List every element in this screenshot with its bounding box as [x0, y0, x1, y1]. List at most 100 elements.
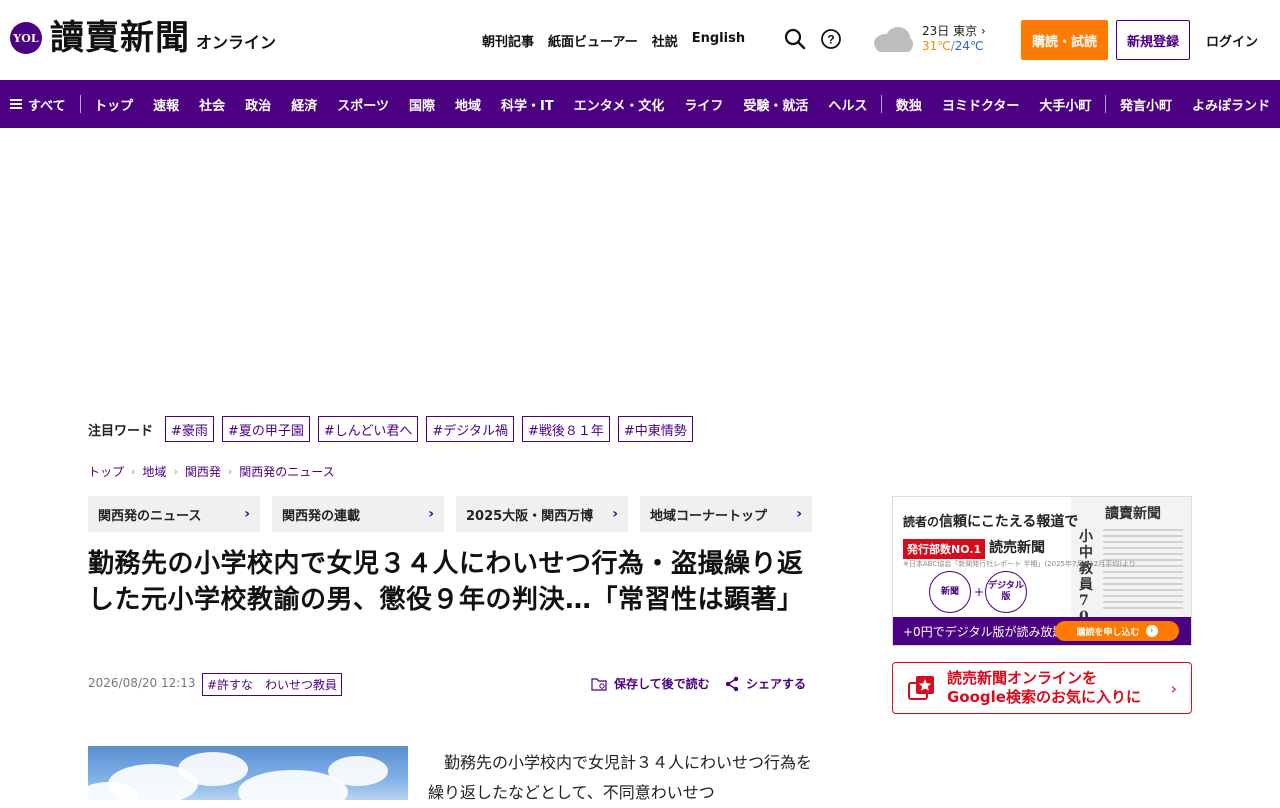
nav-international[interactable]: 国際: [399, 95, 445, 114]
chevron-right-icon: ›: [227, 465, 233, 478]
nav-hatsugen-komachi[interactable]: 発言小町: [1110, 95, 1182, 114]
nav-otekomachi[interactable]: 大手小町: [1029, 95, 1101, 114]
promo-headline: 読者の信頼にこたえる報道で: [903, 514, 1079, 530]
breadcrumb: トップ › 地域 › 関西発 › 関西発のニュース: [88, 463, 335, 480]
breadcrumb-local[interactable]: 地域: [142, 463, 166, 480]
top-link-editorial[interactable]: 社説: [652, 31, 678, 50]
top-links: 朝刊記事 紙面ビューアー 社説 English: [482, 31, 759, 50]
subnav-kansai-news[interactable]: 関西発のニュース ›: [88, 496, 260, 532]
subnav-local-top[interactable]: 地域コーナートップ ›: [640, 496, 812, 532]
top-link-paper-viewer[interactable]: 紙面ビューアー: [548, 31, 638, 50]
nav-breaking[interactable]: 速報: [143, 95, 189, 114]
apply-button[interactable]: 購読を申し込む ›: [1055, 621, 1179, 641]
subnav-label: 関西発の連載: [282, 508, 361, 524]
hot-words-label: 注目ワード: [88, 423, 154, 439]
chevron-right-icon: ›: [131, 465, 136, 478]
nav-politics[interactable]: 政治: [235, 95, 281, 114]
breadcrumb-kansai-news[interactable]: 関西発のニュース: [239, 463, 334, 480]
article-tag[interactable]: #許すな わいせつ教員: [202, 673, 343, 696]
subnav-label: 2025大阪・関西万博: [466, 508, 594, 524]
hot-word-tag[interactable]: #夏の甲子園: [221, 416, 310, 442]
top-link-english[interactable]: English: [692, 31, 745, 50]
all-menu-label: すべて: [28, 98, 66, 114]
chevron-right-icon: ›: [796, 506, 802, 522]
hot-word-tag[interactable]: #デジタル禍: [426, 416, 514, 442]
nav-divider: [881, 95, 882, 113]
nav-divider: [1105, 95, 1106, 113]
weather-widget[interactable]: 23日 東京 › 31℃/24℃: [872, 24, 986, 54]
subnav-kansai-series[interactable]: 関西発の連載 ›: [272, 496, 444, 532]
help-icon[interactable]: ?: [820, 28, 842, 50]
subscribe-button[interactable]: 購読・試読: [1021, 20, 1108, 60]
subscription-promo[interactable]: 讀賣新聞 小中教員700人増 読者の信頼にこたえる報道で 発行部数NO.1 読売…: [892, 496, 1192, 646]
circle-digital: デジタル版: [985, 571, 1027, 613]
article-body: 勤務先の小学校内で女児計３４人にわいせつ行為を繰り返したなどとして、不同意わいせ…: [428, 753, 813, 802]
nav-yomipo-land[interactable]: よみぽランド: [1182, 95, 1280, 114]
hot-word-tag[interactable]: #中東情勢: [617, 416, 693, 442]
nav-sudoku[interactable]: 数独: [886, 95, 932, 114]
nav-economy[interactable]: 経済: [281, 95, 327, 114]
apply-label: 購読を申し込む: [1076, 627, 1140, 638]
nav-life[interactable]: ライフ: [674, 95, 733, 114]
save-for-later-button[interactable]: 保存して後で読む: [591, 675, 710, 692]
nav-health[interactable]: ヘルス: [818, 95, 877, 114]
hot-word-tag[interactable]: #戦後８１年: [521, 416, 610, 442]
subnav-label: 地域コーナートップ: [650, 508, 768, 524]
register-button[interactable]: 新規登録: [1116, 20, 1190, 60]
chevron-right-icon: ›: [980, 24, 986, 38]
breadcrumb-top[interactable]: トップ: [88, 463, 124, 480]
share-label: シェアする: [746, 677, 807, 691]
yol-badge: YOL: [10, 22, 42, 54]
google-favorite-banner[interactable]: 読売新聞オンラインを Google検索のお気に入りに ›: [892, 662, 1192, 714]
hot-word-tag[interactable]: #豪雨: [165, 416, 214, 442]
article-date: 2026/08/20 12:13: [88, 676, 196, 690]
hot-words: 注目ワード #豪雨 #夏の甲子園 #しんどい君へ #デジタル禍 #戦後８１年 #…: [88, 416, 701, 442]
folder-icon: [591, 677, 607, 691]
section-subnav: 関西発のニュース › 関西発の連載 › 2025大阪・関西万博 › 地域コーナートップ…: [88, 496, 824, 532]
breadcrumb-kansai[interactable]: 関西発: [185, 463, 221, 480]
star-icon: [907, 675, 935, 701]
nav-divider: [79, 95, 81, 113]
site-header: YOL 讀賣新聞 オンライン 朝刊記事 紙面ビューアー 社説 English ?…: [0, 0, 1280, 80]
weather-date-city: 23日 東京: [922, 24, 978, 38]
logo-subtitle: オンライン: [196, 33, 277, 52]
hamburger-icon: [10, 99, 22, 109]
hot-word-tag[interactable]: #しんどい君へ: [317, 416, 419, 442]
share-button[interactable]: シェアする: [724, 675, 806, 692]
nav-top[interactable]: トップ: [84, 95, 143, 114]
nav-society[interactable]: 社会: [189, 95, 235, 114]
google-banner-line2: Google検索のお気に入りに: [947, 688, 1141, 706]
subnav-expo[interactable]: 2025大阪・関西万博 ›: [456, 496, 628, 532]
newspaper-image: 讀賣新聞 小中教員700人増: [1071, 497, 1191, 645]
nav-yomidr[interactable]: ヨミドクター: [932, 95, 1029, 114]
no1-badge: 発行部数NO.1: [903, 539, 986, 559]
nav-entertainment[interactable]: エンタメ・文化: [564, 95, 675, 114]
site-logo[interactable]: YOL 讀賣新聞 オンライン: [10, 18, 276, 58]
weather-low: 24℃: [954, 39, 984, 53]
nav-exam-career[interactable]: 受験・就活: [733, 95, 818, 114]
ad-space: [0, 128, 1280, 398]
article-title: 勤務先の小学校内で女児３４人にわいせつ行為・盗撮繰り返した元小学校教諭の男、懲役…: [88, 549, 804, 615]
promo-bar-text: +0円でデジタル版が読み放題!: [903, 624, 1070, 639]
plus-sign: +: [974, 585, 985, 599]
search-icon[interactable]: [784, 28, 806, 50]
cloud-icon: [872, 25, 914, 53]
login-link[interactable]: ログイン: [1206, 31, 1258, 50]
chevron-right-icon: ›: [612, 506, 618, 522]
chevron-right-icon: ›: [1170, 679, 1177, 698]
logo-title: 讀賣新聞: [50, 18, 190, 58]
subnav-label: 関西発のニュース: [98, 508, 202, 524]
paper-masthead: 讀賣新聞: [1105, 506, 1161, 522]
nav-local[interactable]: 地域: [445, 95, 491, 114]
chevron-right-icon: ›: [244, 506, 250, 522]
share-icon: [725, 676, 739, 691]
promo-note: ※日本ABC協会「新聞発行社レポート 半期」(2025年7月~12月平均)より: [903, 560, 1136, 568]
all-menu-button[interactable]: すべて: [10, 95, 76, 114]
nav-science[interactable]: 科学・IT: [491, 95, 564, 114]
article-meta: 2026/08/20 12:13 #許すな わいせつ教員 保存して後で読む シェ…: [88, 673, 812, 697]
top-link-morning-edition[interactable]: 朝刊記事: [482, 31, 534, 50]
nav-sports[interactable]: スポーツ: [327, 95, 399, 114]
article-photo[interactable]: [88, 746, 408, 800]
promo-brand: 読売新聞: [989, 540, 1045, 556]
svg-text:?: ?: [827, 33, 834, 47]
